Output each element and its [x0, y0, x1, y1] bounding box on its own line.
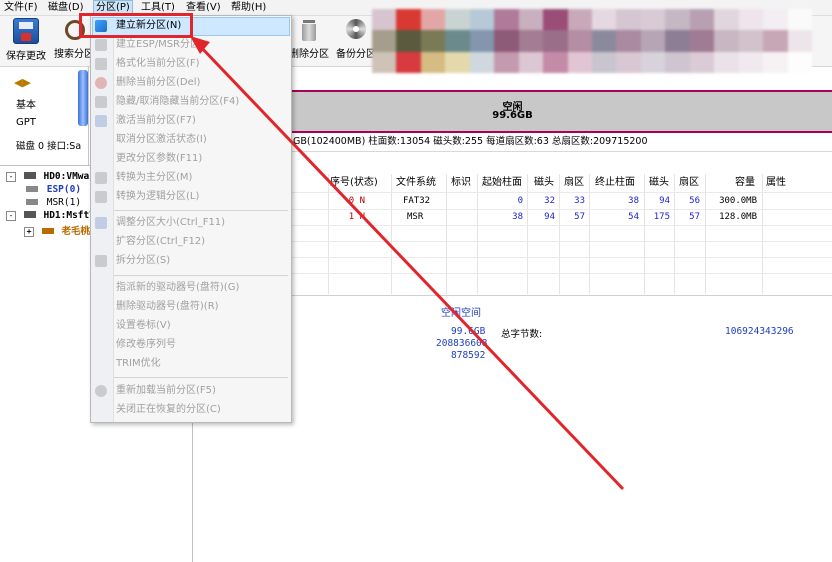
annotation-arrow — [190, 36, 625, 491]
arrow-shaft — [196, 42, 625, 491]
